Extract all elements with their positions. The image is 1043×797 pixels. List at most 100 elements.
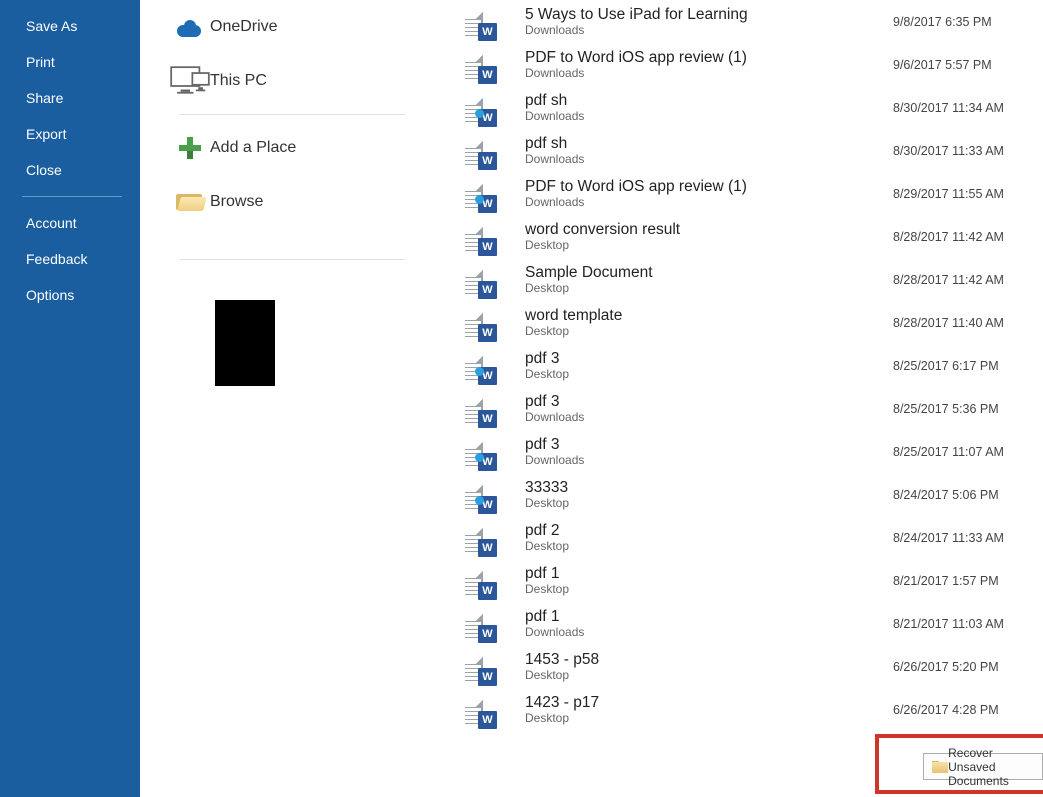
file-date: 8/24/2017 5:06 PM: [893, 488, 1043, 502]
file-date: 8/28/2017 11:42 AM: [893, 230, 1043, 244]
file-location: Downloads: [525, 24, 893, 38]
onedrive-icon: [170, 17, 210, 37]
file-name: pdf 1: [525, 608, 893, 626]
sidebar-item-account[interactable]: Account: [0, 205, 140, 241]
recent-document-row[interactable]: W1423 - p17Desktop6/26/2017 4:28 PM: [445, 688, 1043, 731]
recent-document-row[interactable]: W33333Desktop8/24/2017 5:06 PM: [445, 473, 1043, 516]
file-date: 8/24/2017 11:33 AM: [893, 531, 1043, 545]
file-date: 8/29/2017 11:55 AM: [893, 187, 1043, 201]
recent-document-row[interactable]: Wpdf shDownloads8/30/2017 11:33 AM: [445, 129, 1043, 172]
file-meta: Sample DocumentDesktop: [515, 264, 893, 296]
file-location: Desktop: [525, 540, 893, 554]
sidebar-item-options[interactable]: Options: [0, 277, 140, 313]
place-label: Add a Place: [210, 139, 296, 157]
recent-document-row[interactable]: W1453 - p58Desktop6/26/2017 5:20 PM: [445, 645, 1043, 688]
sidebar-item-feedback[interactable]: Feedback: [0, 241, 140, 277]
sidebar-item-share[interactable]: Share: [0, 80, 140, 116]
file-meta: word templateDesktop: [515, 307, 893, 339]
file-location: Desktop: [525, 497, 893, 511]
recent-document-row[interactable]: Wword templateDesktop8/28/2017 11:40 AM: [445, 301, 1043, 344]
recent-document-row[interactable]: W5 Ways to Use iPad for LearningDownload…: [445, 0, 1043, 43]
file-name: Sample Document: [525, 264, 893, 282]
file-meta: 5 Ways to Use iPad for LearningDownloads: [515, 6, 893, 38]
file-name: word template: [525, 307, 893, 325]
file-meta: pdf 3Downloads: [515, 393, 893, 425]
recent-document-row[interactable]: Wword conversion resultDesktop8/28/2017 …: [445, 215, 1043, 258]
file-name: pdf sh: [525, 92, 893, 110]
file-name: 1453 - p58: [525, 651, 893, 669]
sidebar-separator: [22, 196, 122, 197]
recover-unsaved-button[interactable]: Recover Unsaved Documents: [923, 753, 1043, 780]
file-date: 6/26/2017 5:20 PM: [893, 660, 1043, 674]
file-location: Downloads: [525, 454, 893, 468]
browse-icon: [170, 192, 210, 212]
place-onedrive[interactable]: OneDrive: [140, 0, 445, 54]
place-this-pc[interactable]: This PC: [140, 54, 445, 108]
places-separator: [180, 114, 405, 115]
recent-document-row[interactable]: Wpdf 1Desktop8/21/2017 1:57 PM: [445, 559, 1043, 602]
file-date: 6/26/2017 4:28 PM: [893, 703, 1043, 717]
recent-document-row[interactable]: Wpdf 3Desktop8/25/2017 6:17 PM: [445, 344, 1043, 387]
recent-document-row[interactable]: Wpdf 1Downloads8/21/2017 11:03 AM: [445, 602, 1043, 645]
word-document-icon: W: [481, 658, 515, 676]
file-meta: pdf shDownloads: [515, 92, 893, 124]
word-document-icon: W: [481, 99, 515, 117]
word-document-icon: W: [481, 529, 515, 547]
recent-document-row[interactable]: WPDF to Word iOS app review (1)Downloads…: [445, 43, 1043, 86]
place-browse[interactable]: Browse: [140, 175, 445, 229]
places-separator: [180, 259, 405, 260]
file-name: pdf 1: [525, 565, 893, 583]
preview-placeholder: [215, 300, 275, 386]
file-meta: pdf shDownloads: [515, 135, 893, 167]
sidebar-item-export[interactable]: Export: [0, 116, 140, 152]
recent-document-row[interactable]: Wpdf 2Desktop8/24/2017 11:33 AM: [445, 516, 1043, 559]
file-meta: 1453 - p58Desktop: [515, 651, 893, 683]
file-meta: pdf 1Downloads: [515, 608, 893, 640]
file-name: pdf 3: [525, 393, 893, 411]
word-document-icon: W: [481, 572, 515, 590]
sidebar-item-save-as[interactable]: Save As: [0, 8, 140, 44]
recover-button-label: Recover Unsaved Documents: [948, 746, 1029, 788]
recent-document-row[interactable]: WSample DocumentDesktop8/28/2017 11:42 A…: [445, 258, 1043, 301]
file-location: Desktop: [525, 325, 893, 339]
file-name: 1423 - p17: [525, 694, 893, 712]
file-location: Desktop: [525, 368, 893, 382]
folder-icon: [932, 761, 940, 773]
recent-document-row[interactable]: WPDF to Word iOS app review (1)Downloads…: [445, 172, 1043, 215]
file-date: 8/30/2017 11:34 AM: [893, 101, 1043, 115]
word-document-icon: W: [481, 486, 515, 504]
word-document-icon: W: [481, 271, 515, 289]
file-location: Desktop: [525, 239, 893, 253]
places-panel: OneDrive This PC Add a Place Browse: [140, 0, 445, 797]
word-document-icon: W: [481, 228, 515, 246]
word-document-icon: W: [481, 56, 515, 74]
file-date: 8/21/2017 1:57 PM: [893, 574, 1043, 588]
file-meta: 33333Desktop: [515, 479, 893, 511]
file-date: 8/30/2017 11:33 AM: [893, 144, 1043, 158]
recent-document-row[interactable]: Wpdf 3Downloads8/25/2017 11:07 AM: [445, 430, 1043, 473]
sidebar-item-close[interactable]: Close: [0, 152, 140, 188]
file-location: Downloads: [525, 411, 893, 425]
place-add-a-place[interactable]: Add a Place: [140, 121, 445, 175]
word-document-icon: W: [481, 314, 515, 332]
file-date: 9/8/2017 6:35 PM: [893, 15, 1043, 29]
recent-document-row[interactable]: Wpdf 3Downloads8/25/2017 5:36 PM: [445, 387, 1043, 430]
place-label: OneDrive: [210, 18, 278, 36]
file-date: 8/28/2017 11:42 AM: [893, 273, 1043, 287]
file-name: pdf 3: [525, 350, 893, 368]
file-name: pdf sh: [525, 135, 893, 153]
file-meta: word conversion resultDesktop: [515, 221, 893, 253]
file-date: 8/25/2017 11:07 AM: [893, 445, 1043, 459]
file-location: Desktop: [525, 282, 893, 296]
backstage-sidebar: Save AsPrintShareExportClose AccountFeed…: [0, 0, 140, 797]
file-meta: pdf 3Downloads: [515, 436, 893, 468]
sidebar-item-print[interactable]: Print: [0, 44, 140, 80]
file-name: pdf 3: [525, 436, 893, 454]
recent-document-row[interactable]: Wpdf shDownloads8/30/2017 11:34 AM: [445, 86, 1043, 129]
place-label: Browse: [210, 193, 263, 211]
word-document-icon: W: [481, 185, 515, 203]
word-document-icon: W: [481, 142, 515, 160]
word-document-icon: W: [481, 13, 515, 31]
file-location: Desktop: [525, 712, 893, 726]
file-name: pdf 2: [525, 522, 893, 540]
